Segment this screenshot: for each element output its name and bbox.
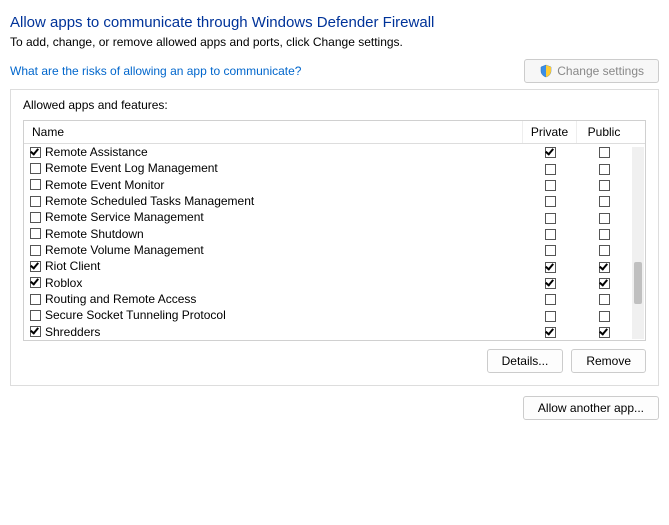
enable-checkbox[interactable]: [30, 163, 41, 174]
private-checkbox[interactable]: [545, 147, 556, 158]
enable-checkbox[interactable]: [30, 245, 41, 256]
allowed-apps-panel: Allowed apps and features: Name Private …: [10, 89, 659, 386]
change-settings-button[interactable]: Change settings: [524, 59, 659, 83]
public-checkbox[interactable]: [599, 311, 610, 322]
enable-checkbox[interactable]: [30, 326, 41, 337]
public-checkbox[interactable]: [599, 164, 610, 175]
app-name-label: Roblox: [45, 277, 82, 289]
enable-checkbox[interactable]: [30, 212, 41, 223]
enable-checkbox[interactable]: [30, 310, 41, 321]
enable-checkbox[interactable]: [30, 196, 41, 207]
remove-button[interactable]: Remove: [571, 349, 646, 373]
public-checkbox[interactable]: [599, 327, 610, 338]
scrollbar[interactable]: [632, 147, 644, 339]
details-button[interactable]: Details...: [487, 349, 564, 373]
table-row[interactable]: Roblox: [24, 275, 645, 291]
table-row[interactable]: Shredders: [24, 324, 645, 340]
public-checkbox[interactable]: [599, 147, 610, 158]
private-checkbox[interactable]: [545, 278, 556, 289]
app-name-label: Routing and Remote Access: [45, 293, 196, 305]
app-name-label: Remote Service Management: [45, 211, 204, 223]
app-name-label: Remote Assistance: [45, 146, 148, 158]
app-name-label: Remote Event Log Management: [45, 162, 218, 174]
risks-link[interactable]: What are the risks of allowing an app to…: [10, 64, 301, 78]
table-row[interactable]: Routing and Remote Access: [24, 291, 645, 307]
private-checkbox[interactable]: [545, 327, 556, 338]
public-checkbox[interactable]: [599, 294, 610, 305]
app-name-label: Remote Event Monitor: [45, 179, 164, 191]
enable-checkbox[interactable]: [30, 261, 41, 272]
table-row[interactable]: Remote Shutdown: [24, 226, 645, 242]
shield-icon: [539, 64, 553, 78]
table-row[interactable]: Remote Event Log Management: [24, 160, 645, 176]
app-name-label: Secure Socket Tunneling Protocol: [45, 309, 226, 321]
private-checkbox[interactable]: [545, 245, 556, 256]
private-checkbox[interactable]: [545, 213, 556, 224]
list-header: Name Private Public: [24, 121, 645, 144]
private-checkbox[interactable]: [545, 229, 556, 240]
app-name-label: Shredders: [45, 326, 100, 338]
public-checkbox[interactable]: [599, 262, 610, 273]
panel-title: Allowed apps and features:: [23, 98, 646, 112]
private-checkbox[interactable]: [545, 180, 556, 191]
table-row[interactable]: Remote Volume Management: [24, 242, 645, 258]
enable-checkbox[interactable]: [30, 277, 41, 288]
enable-checkbox[interactable]: [30, 228, 41, 239]
table-row[interactable]: Remote Scheduled Tasks Management: [24, 193, 645, 209]
page-title: Allow apps to communicate through Window…: [10, 14, 659, 31]
public-checkbox[interactable]: [599, 229, 610, 240]
private-checkbox[interactable]: [545, 164, 556, 175]
table-row[interactable]: Riot Client: [24, 258, 645, 274]
apps-list: Name Private Public Remote Assistance Rem…: [23, 120, 646, 341]
scroll-thumb[interactable]: [634, 262, 642, 304]
app-name-label: Riot Client: [45, 260, 100, 272]
private-checkbox[interactable]: [545, 196, 556, 207]
public-checkbox[interactable]: [599, 196, 610, 207]
column-header-name[interactable]: Name: [24, 121, 523, 143]
public-checkbox[interactable]: [599, 278, 610, 289]
app-name-label: Remote Scheduled Tasks Management: [45, 195, 254, 207]
private-checkbox[interactable]: [545, 294, 556, 305]
table-row[interactable]: Secure Socket Tunneling Protocol: [24, 307, 645, 323]
enable-checkbox[interactable]: [30, 147, 41, 158]
table-row[interactable]: Remote Service Management: [24, 209, 645, 225]
enable-checkbox[interactable]: [30, 179, 41, 190]
private-checkbox[interactable]: [545, 262, 556, 273]
table-row[interactable]: Remote Assistance: [24, 144, 645, 160]
enable-checkbox[interactable]: [30, 294, 41, 305]
public-checkbox[interactable]: [599, 245, 610, 256]
public-checkbox[interactable]: [599, 213, 610, 224]
change-settings-label: Change settings: [557, 64, 644, 78]
column-header-private[interactable]: Private: [523, 121, 577, 143]
column-header-public[interactable]: Public: [577, 121, 631, 143]
table-row[interactable]: Remote Event Monitor: [24, 177, 645, 193]
page-subtitle: To add, change, or remove allowed apps a…: [10, 35, 659, 49]
app-name-label: Remote Volume Management: [45, 244, 204, 256]
allow-another-app-button[interactable]: Allow another app...: [523, 396, 659, 420]
app-name-label: Remote Shutdown: [45, 228, 144, 240]
public-checkbox[interactable]: [599, 180, 610, 191]
private-checkbox[interactable]: [545, 311, 556, 322]
